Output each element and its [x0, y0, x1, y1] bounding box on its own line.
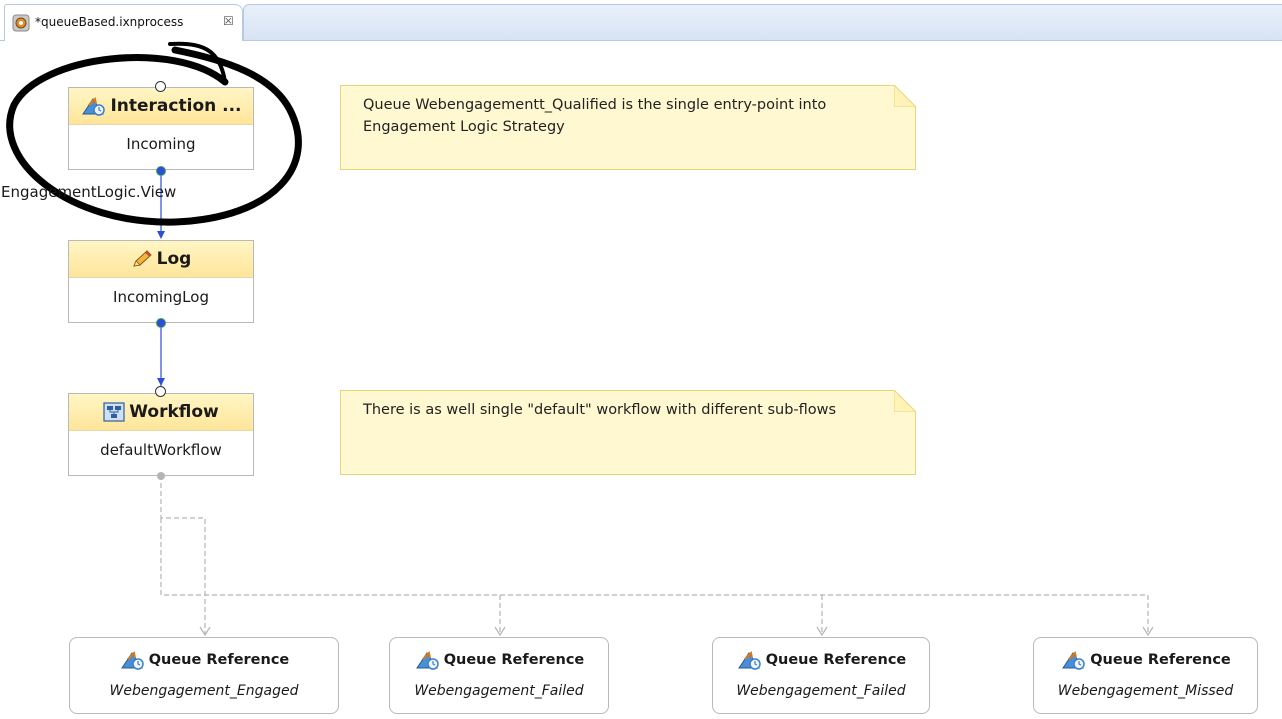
- close-tab-icon[interactable]: ☒: [223, 14, 234, 28]
- editor-tab[interactable]: *queueBased.ixnprocess ☒: [4, 4, 243, 41]
- workflow-icon: [103, 402, 125, 422]
- log-node-title: Log: [156, 249, 192, 269]
- queue-reference-icon: [415, 650, 439, 670]
- editor-tab-strip: *queueBased.ixnprocess ☒: [0, 0, 1282, 42]
- queue-reference-icon: [737, 650, 761, 670]
- note-text: There is as well single "default" workfl…: [363, 402, 837, 418]
- queue-reference-name: Webengagement_Engaged: [109, 683, 299, 699]
- workflow-input-port[interactable]: [155, 386, 166, 397]
- workflow-node-name: defaultWorkflow: [100, 441, 222, 459]
- connection-label: EngagementLogic.View: [1, 183, 177, 201]
- note-fold-corner: [894, 390, 916, 412]
- queue-reference-name: Webengagement_Failed: [736, 683, 906, 699]
- queue-reference-label: Queue Reference: [765, 652, 907, 668]
- queue-reference-name: Webengagement_Failed: [414, 683, 584, 699]
- log-node-name: IncomingLog: [113, 288, 209, 306]
- queue-reference-label: Queue Reference: [148, 652, 290, 668]
- annotation-note-workflow[interactable]: There is as well single "default" workfl…: [340, 390, 916, 475]
- queue-reference-name: Webengagement_Missed: [1057, 683, 1234, 699]
- annotation-note-entry-point[interactable]: Queue Webengagementt_Qualified is the si…: [340, 85, 916, 170]
- queue-reference-icon: [120, 650, 144, 670]
- interaction-node-title: Interaction ...: [110, 96, 242, 116]
- interaction-input-port[interactable]: [155, 81, 166, 92]
- queue-reference-label: Queue Reference: [1090, 652, 1231, 668]
- process-file-icon: [12, 14, 30, 32]
- queue-reference-icon: [1062, 650, 1085, 670]
- interaction-node-name: Incoming: [126, 135, 196, 153]
- interaction-output-port[interactable]: [156, 166, 166, 176]
- log-output-port[interactable]: [156, 318, 166, 328]
- log-node-header: Log: [69, 241, 253, 278]
- note-text: Queue Webengagementt_Qualified is the si…: [363, 97, 827, 135]
- interaction-node[interactable]: Interaction ... Incoming: [68, 87, 254, 170]
- queue-reference-node[interactable]: Queue Reference Webengagement_Missed: [1033, 637, 1258, 714]
- queue-reference-node[interactable]: Queue Reference Webengagement_Engaged: [69, 637, 339, 714]
- interaction-queue-icon: [82, 96, 106, 116]
- queue-reference-node[interactable]: Queue Reference Webengagement_Failed: [712, 637, 930, 714]
- note-fold-corner: [894, 85, 916, 107]
- workflow-node-title: Workflow: [129, 402, 219, 422]
- pencil-icon: [132, 250, 152, 267]
- tab-strip-background: [243, 4, 1282, 41]
- workflow-node[interactable]: Workflow defaultWorkflow: [68, 393, 254, 476]
- queue-reference-node[interactable]: Queue Reference Webengagement_Failed: [389, 637, 609, 714]
- workflow-output-port[interactable]: [157, 472, 165, 480]
- workflow-node-header: Workflow: [69, 394, 253, 431]
- queue-reference-label: Queue Reference: [443, 652, 585, 668]
- log-node[interactable]: Log IncomingLog: [68, 240, 254, 323]
- interaction-node-header: Interaction ...: [69, 88, 253, 125]
- editor-tab-title: *queueBased.ixnprocess: [35, 15, 184, 29]
